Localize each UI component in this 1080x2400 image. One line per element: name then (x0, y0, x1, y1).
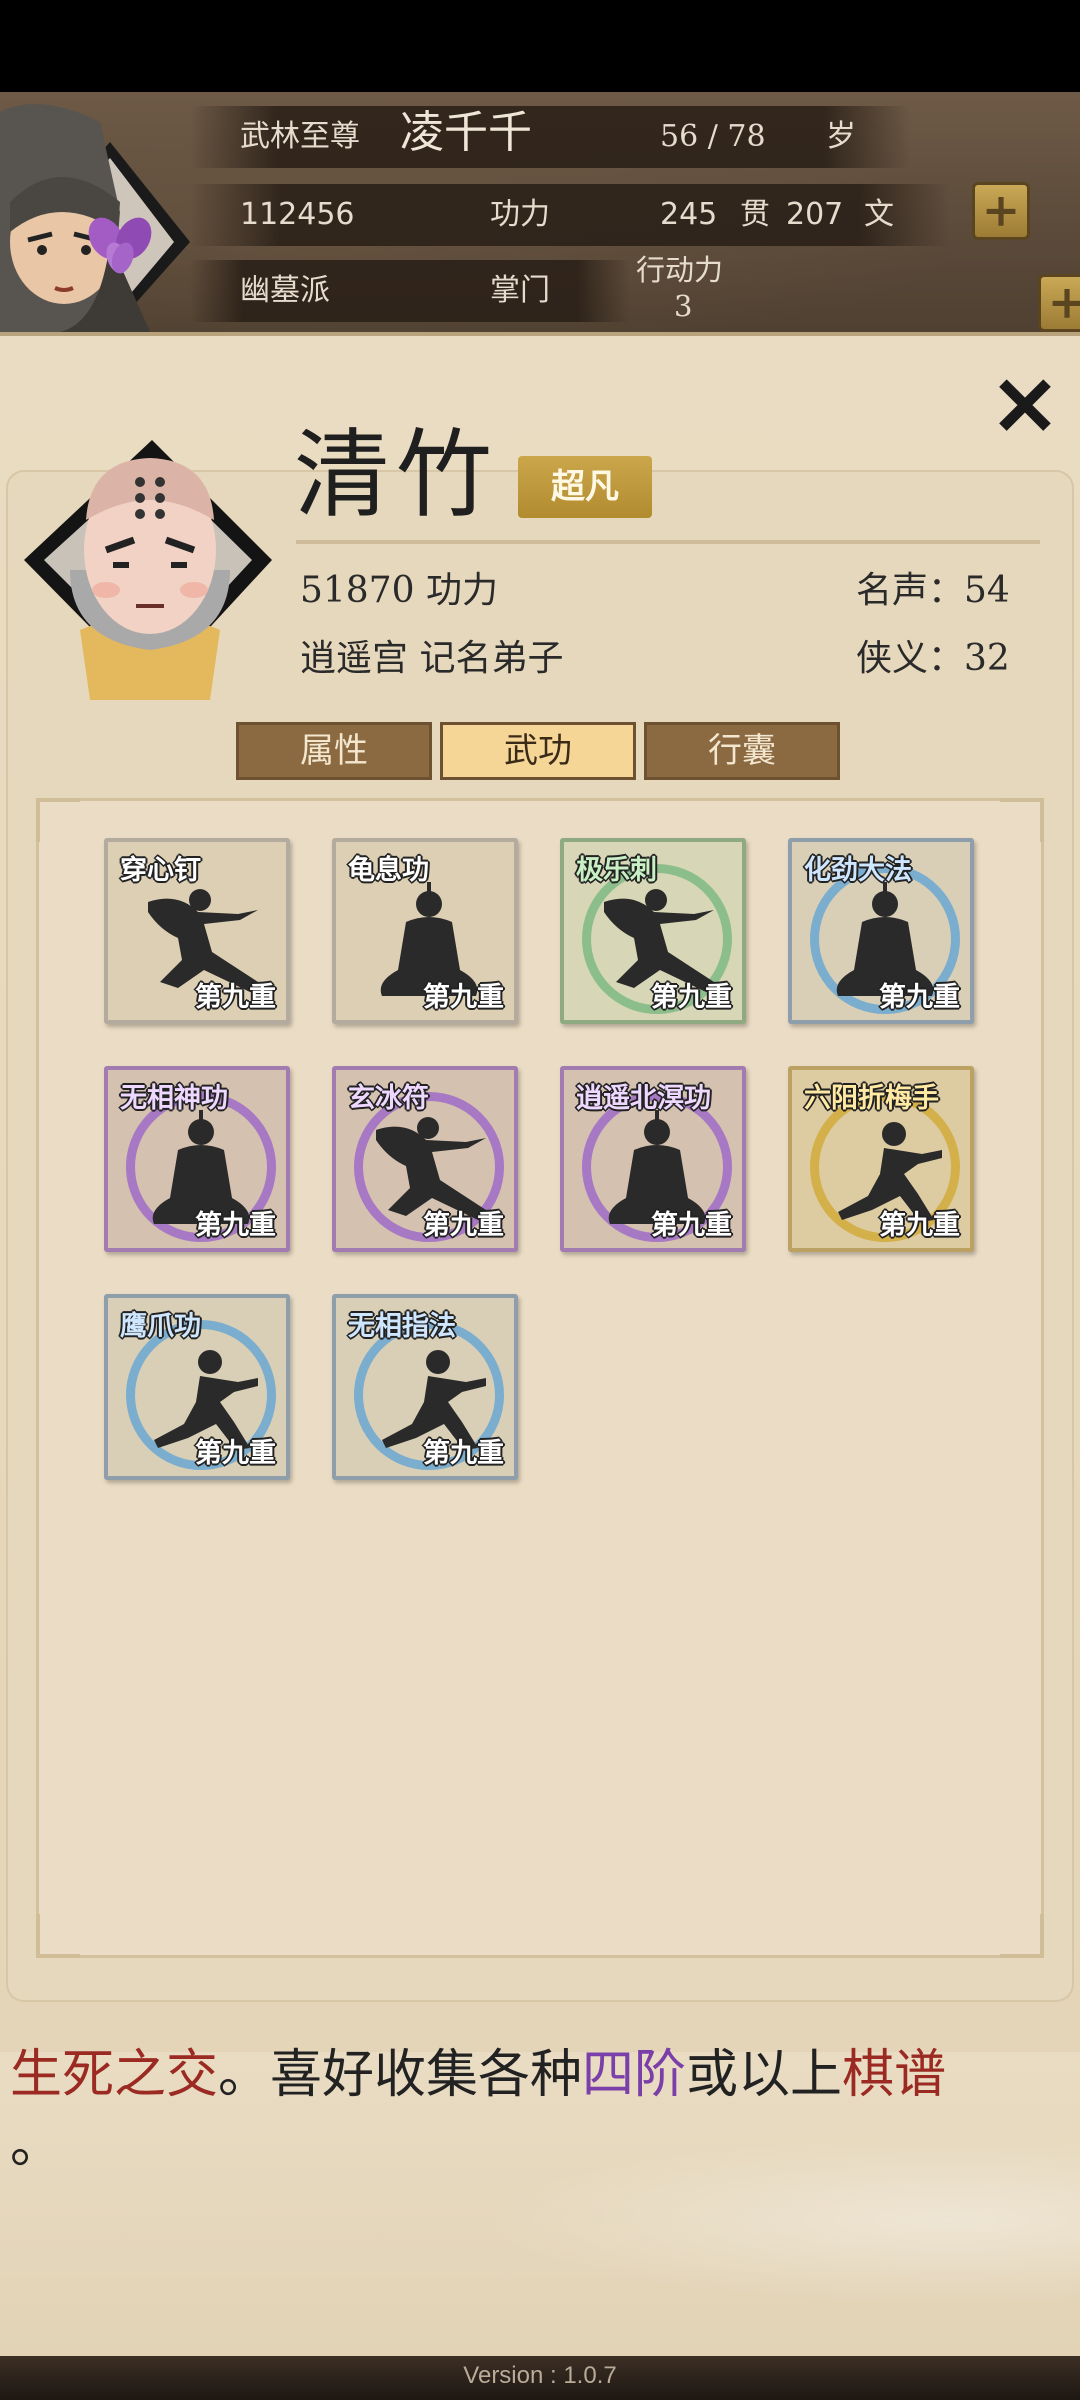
skill-level: 第九重 (195, 982, 276, 1013)
skill-level: 第九重 (195, 1210, 276, 1241)
skill-name: 穿心钉 (120, 855, 201, 886)
skill-level: 第九重 (423, 982, 504, 1013)
skill-name: 化劲大法 (804, 855, 912, 886)
skill-card[interactable]: 逍遥北溟功第九重 (560, 1066, 746, 1252)
skill-card[interactable]: 六阳折梅手第九重 (788, 1066, 974, 1252)
desc-end: 。 (10, 2115, 63, 2175)
money-guan: 245 (660, 197, 718, 232)
skill-card[interactable]: 无相指法第九重 (332, 1294, 518, 1480)
name-divider (296, 540, 1040, 544)
skill-name: 无相神功 (120, 1083, 228, 1114)
player-sect: 幽墓派 (240, 273, 330, 308)
desc-text-2: 或以上 (686, 2045, 843, 2105)
skill-level: 第九重 (423, 1210, 504, 1241)
skill-card[interactable]: 龟息功第九重 (332, 838, 518, 1024)
skill-name: 龟息功 (348, 855, 429, 886)
npc-chivalry: 侠义：32 (856, 638, 1010, 679)
skill-card[interactable]: 玄冰符第九重 (332, 1066, 518, 1252)
money-guan-unit: 贯 (740, 197, 770, 232)
player-age: 56 / 78 (660, 119, 766, 154)
npc-fame: 名声：54 (856, 570, 1010, 611)
skill-name: 极乐刺 (576, 855, 657, 886)
player-power-label: 功力 (490, 197, 550, 232)
skill-card[interactable]: 无相神功第九重 (104, 1066, 290, 1252)
skill-level: 第九重 (651, 1210, 732, 1241)
player-sect-role: 掌门 (490, 273, 550, 308)
skill-level: 第九重 (879, 1210, 960, 1241)
tab-martial-arts[interactable]: 武功 (440, 722, 636, 780)
add-action-button[interactable]: + (1038, 274, 1080, 332)
npc-description: 生死之交。喜好收集各种四阶或以上棋谱。 (10, 2040, 1070, 2180)
skill-level: 第九重 (195, 1438, 276, 1469)
skill-level: 第九重 (879, 982, 960, 1013)
rank-badge: 超凡 (518, 456, 652, 518)
npc-name: 清竹 (294, 419, 498, 531)
tab-inventory[interactable]: 行囊 (644, 722, 840, 780)
npc-power: 51870 功力 (300, 570, 498, 611)
skill-card[interactable]: 穿心钉第九重 (104, 838, 290, 1024)
action-label: 行动力 (636, 253, 724, 287)
skill-card[interactable]: 化劲大法第九重 (788, 838, 974, 1024)
skill-name: 逍遥北溟功 (576, 1083, 711, 1114)
skill-name: 玄冰符 (348, 1083, 429, 1114)
add-money-button[interactable]: + (972, 182, 1030, 240)
version-label: Version : 1.0.7 (463, 2362, 617, 2389)
action-value: 3 (674, 289, 693, 323)
player-title: 武林至尊 (240, 119, 360, 154)
money-wen-unit: 文 (864, 197, 894, 232)
desc-relation: 生死之交 (10, 2045, 219, 2105)
npc-avatar[interactable] (10, 400, 280, 700)
tab-attributes[interactable]: 属性 (236, 722, 432, 780)
desc-tier: 四阶 (582, 2045, 687, 2105)
desc-item: 棋谱 (842, 2045, 947, 2105)
player-age-unit: 岁 (826, 119, 856, 154)
skill-name: 鹰爪功 (120, 1311, 201, 1342)
player-power-value: 112456 (240, 197, 355, 232)
npc-affiliation: 逍遥宫 记名弟子 (300, 638, 564, 679)
skill-level: 第九重 (651, 982, 732, 1013)
system-status-bar (0, 0, 1080, 92)
close-icon[interactable]: ✕ (990, 366, 1060, 448)
player-name: 凌千千 (400, 107, 532, 158)
skill-card[interactable]: 鹰爪功第九重 (104, 1294, 290, 1480)
player-avatar[interactable] (0, 92, 190, 332)
skill-card[interactable]: 极乐刺第九重 (560, 838, 746, 1024)
money-wen: 207 (786, 197, 844, 232)
skill-name: 无相指法 (348, 1311, 456, 1342)
skill-level: 第九重 (423, 1438, 504, 1469)
skill-name: 六阳折梅手 (804, 1083, 939, 1114)
desc-text-1: 。喜好收集各种 (218, 2045, 583, 2105)
